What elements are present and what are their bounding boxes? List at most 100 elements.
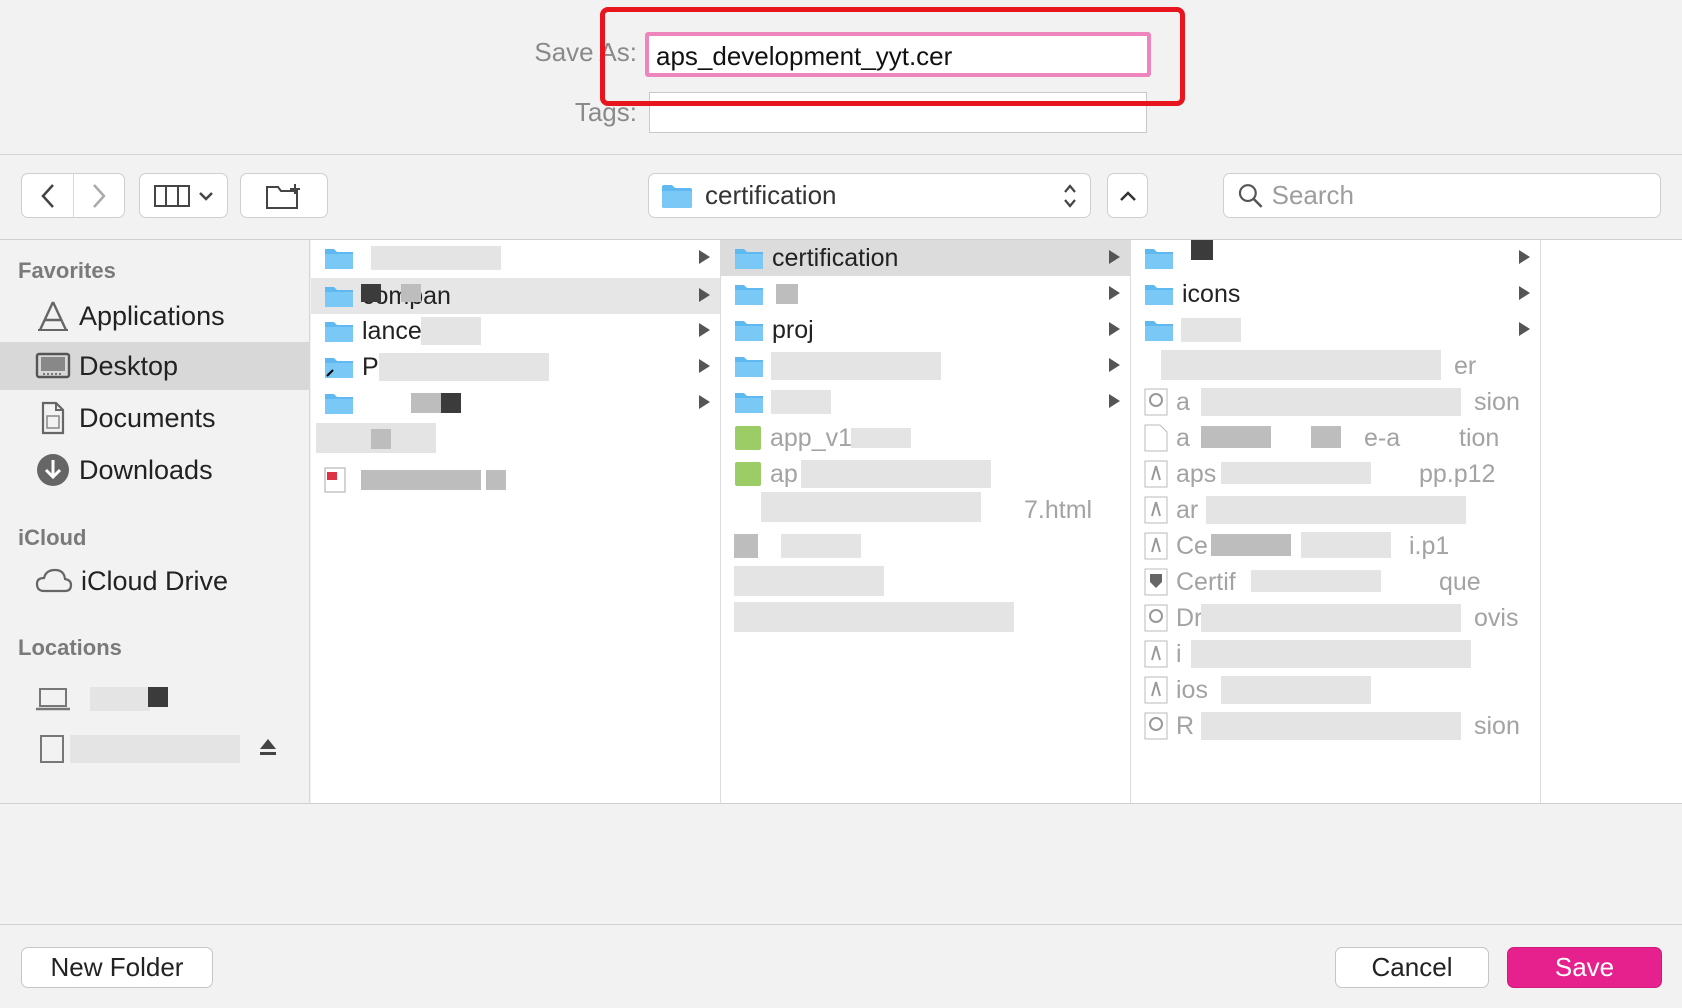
browser-column-1: compan lance P (311, 240, 721, 803)
list-item[interactable]: Ce i.p1 (1131, 528, 1540, 564)
list-item[interactable] (721, 276, 1130, 312)
list-item[interactable]: er (1131, 348, 1540, 384)
list-item-name: ios (1176, 675, 1208, 704)
back-button[interactable] (22, 174, 73, 217)
search-input[interactable] (1271, 180, 1646, 211)
sidebar-item-applications[interactable]: Applications (0, 292, 310, 340)
new-folder-toolbar-button[interactable] (240, 173, 328, 218)
sidebar-item-documents[interactable]: Documents (0, 394, 310, 442)
list-item[interactable] (311, 462, 720, 498)
folder-icon (662, 184, 692, 208)
certificate-request-icon (1144, 568, 1168, 596)
redacted-block (379, 353, 549, 381)
collapse-button[interactable] (1107, 173, 1148, 218)
list-item[interactable]: P (311, 349, 720, 385)
list-item[interactable]: Dr ovis (1131, 600, 1540, 636)
sidebar-item-downloads[interactable]: Downloads (0, 446, 310, 494)
save-button[interactable]: Save (1507, 947, 1662, 988)
list-item-name: pp.p12 (1419, 459, 1496, 488)
list-item[interactable]: i (1131, 636, 1540, 672)
list-item-name: certification (772, 243, 899, 272)
list-item[interactable] (721, 348, 1130, 384)
list-item[interactable] (311, 240, 720, 276)
document-file-icon (1144, 424, 1168, 452)
list-item[interactable]: compan (311, 278, 720, 314)
desktop-icon (35, 352, 71, 379)
disclosure-arrow-icon (1109, 286, 1120, 300)
disclosure-arrow-icon (699, 323, 710, 337)
icloud-heading: iCloud (18, 525, 87, 550)
dialog-footer: New Folder Cancel Save (0, 925, 1682, 1008)
back-forward-buttons (21, 173, 125, 218)
sidebar-item-location-computer[interactable] (0, 675, 310, 723)
view-mode-button[interactable] (139, 173, 228, 218)
cancel-button[interactable]: Cancel (1335, 947, 1489, 988)
tags-field[interactable] (649, 92, 1147, 133)
file-name-field[interactable]: aps_development_yyt.cer (645, 32, 1151, 77)
save-panel-header: Save As: aps_development_yyt.cer Tags: (0, 0, 1682, 155)
list-item[interactable]: app_v1 (721, 420, 1130, 456)
disclosure-arrow-icon (1109, 358, 1120, 372)
sidebar-item-desktop[interactable]: Desktop (0, 342, 310, 390)
redacted-block (851, 428, 911, 448)
disclosure-arrow-icon (699, 359, 710, 373)
list-item[interactable]: R sion (1131, 708, 1540, 744)
redacted-block (1301, 532, 1391, 558)
disclosure-arrow-icon (1519, 250, 1530, 264)
folder-icon (1145, 321, 1173, 341)
sidebar-item-location-disk[interactable] (0, 725, 310, 773)
list-item[interactable] (721, 600, 1130, 636)
certificate-file-icon (1144, 496, 1168, 524)
list-item-name: 7.html (1024, 495, 1093, 524)
list-item[interactable] (721, 384, 1130, 420)
list-item[interactable]: ap (721, 456, 1130, 492)
list-item[interactable]: ios (1131, 672, 1540, 708)
list-item-name: e-a (1364, 423, 1401, 452)
sidebar-item-label: Downloads (79, 454, 213, 485)
list-item-name: aps (1176, 459, 1217, 488)
apk-file-icon (735, 462, 761, 486)
redacted-block (734, 602, 1014, 632)
redacted-block (1161, 350, 1441, 380)
list-item-certification[interactable]: certification (721, 240, 1130, 276)
list-item-name: ar (1176, 495, 1199, 524)
applications-icon (38, 301, 68, 331)
list-item[interactable]: a e-a tion (1131, 420, 1540, 456)
redacted-block (1201, 388, 1461, 416)
folder-icon (325, 249, 353, 269)
list-item[interactable]: 7.html (721, 492, 1130, 528)
provisioning-file-icon (1144, 388, 1168, 416)
sidebar-item-icloud-drive[interactable]: iCloud Drive (0, 557, 310, 605)
eject-icon[interactable] (258, 737, 278, 757)
location-popup[interactable]: certification (648, 173, 1091, 218)
list-item-name: P (362, 352, 379, 381)
redacted-block (441, 393, 461, 413)
list-item-name: Ce (1176, 531, 1208, 560)
forward-button[interactable] (73, 174, 124, 217)
chevron-down-icon (198, 191, 213, 201)
list-item[interactable] (311, 385, 720, 421)
list-item[interactable] (1131, 240, 1540, 276)
disclosure-arrow-icon (699, 250, 710, 264)
redacted-block (1181, 318, 1241, 342)
new-folder-icon (266, 183, 300, 209)
redacted-block (486, 470, 506, 490)
list-item[interactable]: a sion (1131, 384, 1540, 420)
list-item[interactable]: proj (721, 312, 1130, 348)
list-item[interactable] (721, 528, 1130, 564)
list-item[interactable]: ar (1131, 492, 1540, 528)
redacted-block (371, 429, 391, 449)
folder-icon (735, 393, 763, 413)
list-item[interactable]: Certif que (1131, 564, 1540, 600)
sidebar-item-label: Desktop (79, 350, 179, 381)
list-item[interactable] (1131, 312, 1540, 348)
list-item[interactable] (721, 564, 1130, 600)
list-item-icons[interactable]: icons (1131, 276, 1540, 312)
new-folder-button[interactable]: New Folder (21, 947, 213, 988)
search-field[interactable] (1223, 173, 1661, 218)
list-item[interactable] (311, 421, 720, 457)
list-item[interactable]: aps pp.p12 (1131, 456, 1540, 492)
tags-label: Tags: (574, 97, 637, 127)
list-item[interactable]: lance (311, 313, 720, 349)
disclosure-arrow-icon (1109, 250, 1120, 264)
